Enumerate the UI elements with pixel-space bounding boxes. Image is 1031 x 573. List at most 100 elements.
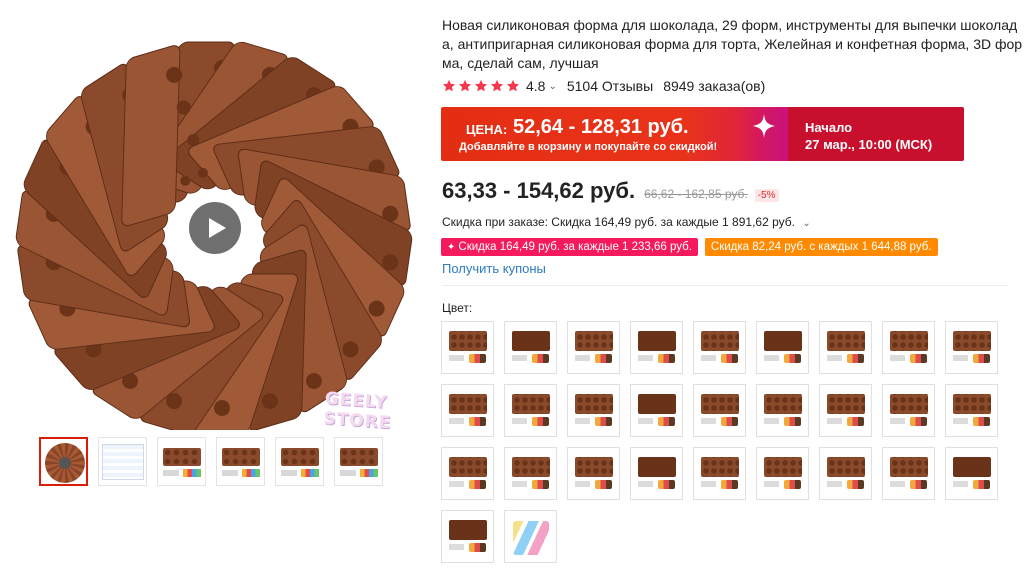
swatch-label-card bbox=[827, 481, 842, 487]
price-row: 63,33 - 154,62 руб. 66,62 - 162,85 руб. … bbox=[442, 178, 779, 204]
color-option[interactable] bbox=[630, 447, 683, 500]
color-option[interactable] bbox=[504, 510, 557, 563]
color-option[interactable] bbox=[882, 384, 935, 437]
rating-stars bbox=[442, 79, 520, 93]
gallery-thumbnail[interactable] bbox=[275, 437, 324, 486]
thumbnail-image bbox=[45, 443, 85, 483]
swatch-candies bbox=[469, 417, 486, 426]
color-option[interactable] bbox=[504, 321, 557, 374]
thumbnail-candies bbox=[360, 469, 378, 477]
swatch-label-card bbox=[701, 481, 716, 487]
swatch-label-card bbox=[449, 418, 464, 424]
sparkle-icon: ✦ bbox=[447, 242, 456, 253]
thumbnail-strip bbox=[39, 437, 383, 486]
discount-chip[interactable]: ✦ Скидка 164,49 руб. за каждые 1 233,66 р… bbox=[441, 238, 698, 256]
swatch-image bbox=[512, 394, 550, 414]
discount-chip-text: Скидка 82,24 руб. с каждых 1 644,88 руб. bbox=[710, 241, 932, 253]
main-product-image[interactable]: GEELY STORE bbox=[8, 18, 420, 430]
color-option[interactable] bbox=[945, 447, 998, 500]
color-option[interactable] bbox=[630, 321, 683, 374]
color-option[interactable] bbox=[693, 447, 746, 500]
swatch-label-card bbox=[827, 418, 842, 424]
color-option[interactable] bbox=[756, 384, 809, 437]
swatch-candies bbox=[595, 354, 612, 363]
swatch-image bbox=[512, 331, 550, 351]
thumbnail-label bbox=[222, 470, 238, 476]
swatch-image bbox=[827, 457, 865, 477]
gallery-thumbnail[interactable] bbox=[157, 437, 206, 486]
mold-cavity bbox=[368, 300, 385, 317]
discount-chip[interactable]: Скидка 82,24 руб. с каждых 1 644,88 руб. bbox=[704, 238, 938, 256]
rating-value[interactable]: 4.8 bbox=[526, 78, 545, 94]
swatch-candies bbox=[658, 417, 675, 426]
order-discount-dropdown[interactable]: Скидка при заказе: Скидка 164,49 руб. за… bbox=[442, 215, 821, 229]
gallery-thumbnail[interactable] bbox=[98, 437, 147, 486]
promo-banner[interactable]: ЦЕНА: 52,64 - 128,31 руб. Добавляйте в к… bbox=[441, 107, 964, 161]
color-option[interactable] bbox=[693, 384, 746, 437]
swatch-image bbox=[512, 457, 550, 477]
thumbnail-candies bbox=[301, 469, 319, 477]
color-option[interactable] bbox=[504, 447, 557, 500]
play-video-button[interactable] bbox=[189, 202, 241, 254]
swatch-image bbox=[764, 394, 802, 414]
color-option[interactable] bbox=[441, 384, 494, 437]
divider bbox=[442, 285, 1008, 286]
swatch-candies bbox=[595, 417, 612, 426]
swatch-image bbox=[764, 331, 802, 351]
star-icon bbox=[490, 79, 504, 92]
color-option[interactable] bbox=[441, 510, 494, 563]
reviews-link[interactable]: 5104 Отзывы bbox=[567, 78, 653, 94]
color-option[interactable] bbox=[819, 384, 872, 437]
gallery-thumbnail[interactable] bbox=[39, 437, 88, 486]
swatch-candies bbox=[784, 417, 801, 426]
get-coupons-link[interactable]: Получить купоны bbox=[442, 261, 546, 276]
color-option[interactable] bbox=[756, 321, 809, 374]
color-option[interactable] bbox=[441, 321, 494, 374]
color-option[interactable] bbox=[630, 384, 683, 437]
promo-start-block: Начало 27 мар., 10:00 (МСК) bbox=[788, 107, 964, 161]
color-option[interactable] bbox=[567, 321, 620, 374]
swatch-candies bbox=[973, 354, 990, 363]
swatch-image bbox=[449, 457, 487, 477]
swatch-label-card bbox=[449, 544, 464, 550]
color-option[interactable] bbox=[945, 321, 998, 374]
gallery-thumbnail[interactable] bbox=[216, 437, 265, 486]
gallery-thumbnail[interactable] bbox=[334, 437, 383, 486]
swatch-label-card bbox=[890, 418, 905, 424]
chevron-down-icon[interactable]: ⌄ bbox=[548, 81, 556, 92]
swatch-image bbox=[827, 331, 865, 351]
swatch-label-card bbox=[764, 355, 779, 361]
swatch-candies bbox=[910, 354, 927, 363]
swatch-candies bbox=[658, 354, 675, 363]
swatch-label-card bbox=[953, 418, 968, 424]
color-option[interactable] bbox=[504, 384, 557, 437]
swatch-image bbox=[638, 394, 676, 414]
promo-price: 52,64 - 128,31 руб. bbox=[513, 116, 689, 138]
swatch-label-card bbox=[638, 355, 653, 361]
product-title: Новая силиконовая форма для шоколада, 29… bbox=[442, 17, 1023, 71]
color-option[interactable] bbox=[945, 384, 998, 437]
swatch-candies bbox=[532, 480, 549, 489]
swatch-image bbox=[953, 457, 991, 477]
color-option[interactable] bbox=[693, 321, 746, 374]
color-option[interactable] bbox=[882, 321, 935, 374]
swatch-label-card bbox=[638, 418, 653, 424]
swatch-candies bbox=[973, 480, 990, 489]
mold-cavity bbox=[187, 134, 200, 147]
swatch-candies bbox=[658, 480, 675, 489]
color-option[interactable] bbox=[567, 447, 620, 500]
color-option[interactable] bbox=[756, 447, 809, 500]
color-option[interactable] bbox=[819, 447, 872, 500]
color-option[interactable] bbox=[567, 384, 620, 437]
chevron-down-icon: ⌄ bbox=[802, 218, 811, 229]
swatch-candies bbox=[910, 480, 927, 489]
thumbnail-label bbox=[281, 470, 297, 476]
swatch-candies bbox=[469, 543, 486, 552]
color-option[interactable] bbox=[819, 321, 872, 374]
swatch-candies bbox=[847, 417, 864, 426]
thumbnail-candies bbox=[183, 469, 201, 477]
swatch-label-card bbox=[449, 355, 464, 361]
swatch-label-card bbox=[827, 355, 842, 361]
color-option[interactable] bbox=[882, 447, 935, 500]
color-option[interactable] bbox=[441, 447, 494, 500]
